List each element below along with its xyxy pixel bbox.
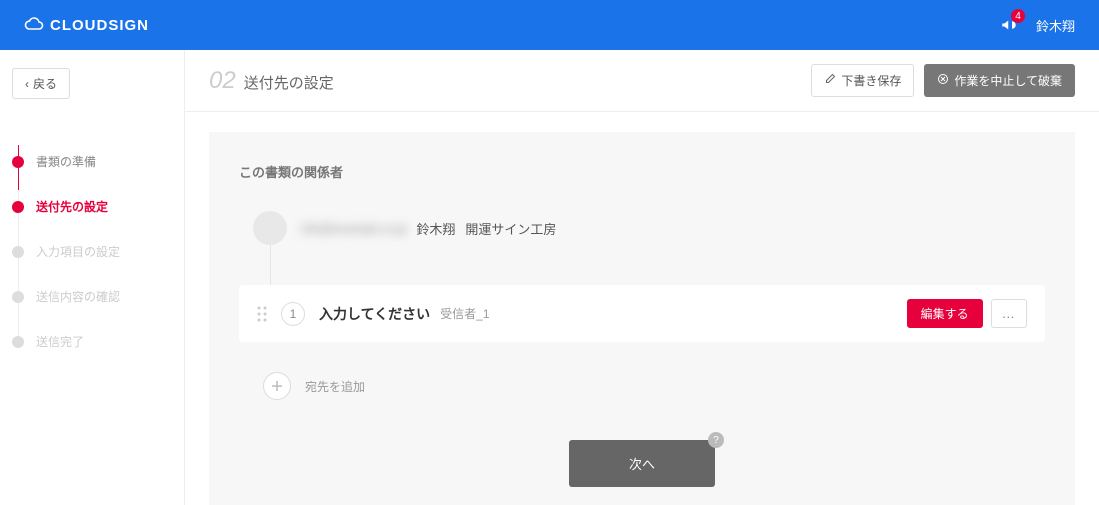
page-title-text: 送付先の設定 (244, 72, 334, 93)
step-dot-icon (12, 336, 24, 348)
help-icon[interactable]: ? (708, 432, 724, 448)
step-2[interactable]: 送付先の設定 (12, 184, 172, 229)
save-draft-label: 下書き保存 (841, 72, 901, 89)
notification-badge: 4 (1011, 9, 1025, 23)
step-dot-icon (12, 156, 24, 168)
sender-row: info@example.co.jp 鈴木翔 開運サイン工房 (239, 211, 1045, 265)
page-number: 02 (209, 67, 236, 95)
cloud-icon (24, 17, 44, 33)
edit-icon (824, 73, 836, 88)
drag-handle-icon[interactable] (257, 306, 267, 322)
edit-recipient-button[interactable]: 編集する (907, 299, 983, 328)
step-connector-done (18, 145, 19, 190)
step-label: 書類の準備 (36, 153, 96, 170)
step-label: 送信完了 (36, 333, 84, 350)
step-list: 書類の準備 送付先の設定 入力項目の設定 送信内容の確認 送信完了 (12, 139, 172, 364)
add-recipient-row[interactable]: 宛先を追加 (239, 372, 1045, 400)
brand-logo[interactable]: CLOUDSIGN (0, 17, 185, 34)
recipient-number: 1 (281, 302, 305, 326)
step-label: 送付先の設定 (36, 198, 108, 215)
content-header: 02 送付先の設定 下書き保存 作業を中止して破棄 (185, 50, 1099, 112)
back-button[interactable]: ‹ 戻る (12, 68, 70, 99)
sender-name: 鈴木翔 (416, 219, 455, 238)
sender-info: info@example.co.jp 鈴木翔 開運サイン工房 (301, 219, 556, 238)
recipient-more-button[interactable]: … (991, 299, 1027, 328)
step-dot-icon (12, 291, 24, 303)
plus-icon[interactable] (263, 372, 291, 400)
content-area: 02 送付先の設定 下書き保存 作業を中止して破棄 (185, 50, 1099, 505)
sender-email: info@example.co.jp (301, 221, 406, 236)
recipient-role: 受信者_1 (440, 305, 489, 322)
chevron-left-icon: ‹ (25, 77, 29, 91)
sender-company: 開運サイン工房 (465, 219, 556, 238)
save-draft-button[interactable]: 下書き保存 (811, 64, 914, 97)
avatar-icon (253, 211, 287, 245)
step-label: 送信内容の確認 (36, 288, 120, 305)
step-label: 入力項目の設定 (36, 243, 120, 260)
page-title: 02 送付先の設定 (209, 67, 334, 95)
header-right: 4 鈴木翔 (1000, 16, 1075, 35)
header-actions: 下書き保存 作業を中止して破棄 (811, 64, 1075, 97)
step-1[interactable]: 書類の準備 (12, 139, 172, 184)
discard-button[interactable]: 作業を中止して破棄 (924, 64, 1075, 97)
discard-label: 作業を中止して破棄 (954, 72, 1062, 89)
step-5[interactable]: 送信完了 (12, 319, 172, 364)
recipient-actions: 編集する … (907, 299, 1027, 328)
step-dot-icon (12, 246, 24, 258)
step-dot-icon (12, 201, 24, 213)
step-3[interactable]: 入力項目の設定 (12, 229, 172, 274)
notifications-button[interactable]: 4 (1000, 16, 1018, 34)
step-4[interactable]: 送信内容の確認 (12, 274, 172, 319)
recipient-text: 入力してください 受信者_1 (319, 304, 893, 324)
next-row: 次へ ? (239, 440, 1045, 487)
app-header: CLOUDSIGN 4 鈴木翔 (0, 0, 1099, 50)
recipient-placeholder: 入力してください (319, 304, 430, 324)
back-label: 戻る (33, 75, 57, 92)
panel-title: この書類の関係者 (239, 162, 1045, 181)
recipients-panel: この書類の関係者 info@example.co.jp 鈴木翔 開運サイン工房 … (209, 132, 1075, 505)
content-body: この書類の関係者 info@example.co.jp 鈴木翔 開運サイン工房 … (185, 112, 1099, 505)
recipient-card: 1 入力してください 受信者_1 編集する … (239, 285, 1045, 342)
user-name[interactable]: 鈴木翔 (1036, 16, 1075, 35)
next-button[interactable]: 次へ (569, 440, 715, 487)
brand-text: CLOUDSIGN (50, 17, 149, 34)
add-recipient-label: 宛先を追加 (305, 378, 365, 395)
cancel-icon (937, 73, 949, 88)
sidebar: ‹ 戻る 書類の準備 送付先の設定 入力項目の設定 送信内容の確認 (0, 50, 185, 505)
